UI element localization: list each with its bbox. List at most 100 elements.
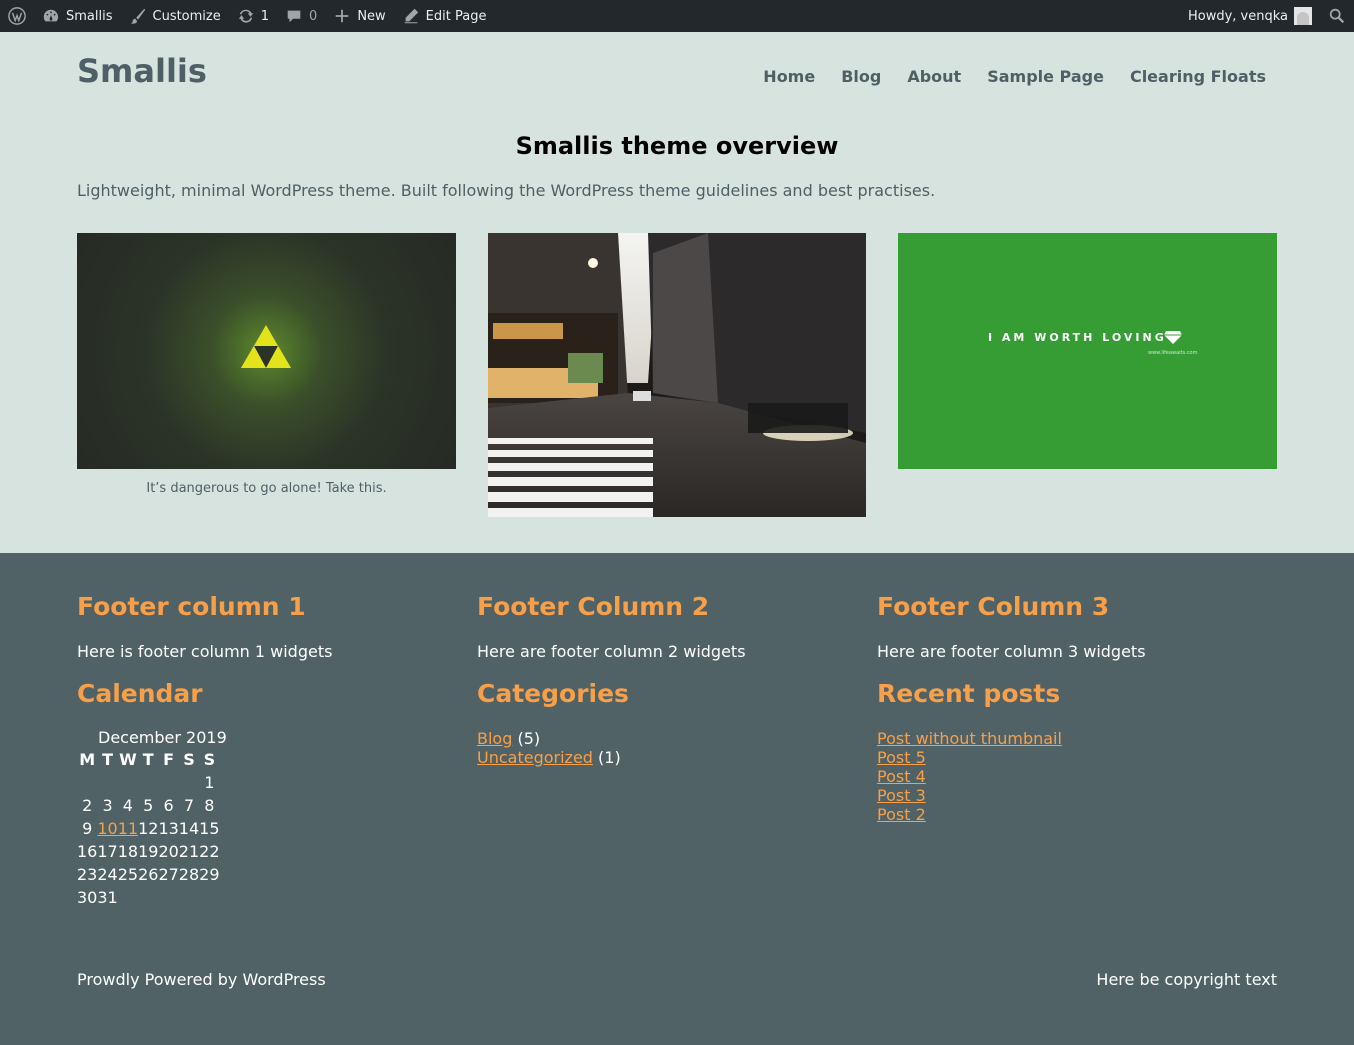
recent-posts-list: Post without thumbnail Post 5 Post 4 Pos… <box>877 729 1062 824</box>
calendar-weekday-header: S <box>203 750 216 769</box>
dashboard-icon <box>42 7 60 25</box>
gallery-caption: It’s dangerous to go alone! Take this. <box>146 481 387 496</box>
new-content-button[interactable]: New <box>325 0 393 32</box>
gallery-image-worth-loving[interactable]: I AM WORTH LOVING www.lifeawaits.com <box>898 233 1277 469</box>
nav-clearing-floats[interactable]: Clearing Floats <box>1130 67 1266 86</box>
calendar-day-link[interactable]: 11 <box>118 819 138 838</box>
recent-posts-title: Recent posts <box>877 679 1061 708</box>
wordpress-logo-button[interactable] <box>0 0 34 32</box>
gallery-image-triforce[interactable] <box>77 233 456 469</box>
list-item: Uncategorized (1) <box>477 748 621 767</box>
categories-title: Categories <box>477 679 629 708</box>
calendar-day: 8 <box>204 796 215 815</box>
customize-label: Customize <box>152 8 221 24</box>
calendar-day: 14 <box>178 819 200 838</box>
calendar-day <box>199 886 219 909</box>
calendar-day: 6 <box>163 796 174 815</box>
calendar-day: 24 <box>97 865 118 884</box>
powered-by-text: Prowdly Powered by WordPress <box>77 970 326 989</box>
plus-icon <box>333 7 351 25</box>
nav-blog[interactable]: Blog <box>841 67 881 86</box>
calendar-day: 4 <box>122 796 133 815</box>
site-name-button[interactable]: Smallis <box>34 0 121 32</box>
calendar-day: 12 <box>138 819 159 838</box>
copyright-text: Here be copyright text <box>1096 970 1277 989</box>
calendar-table: MTWTFSS 1 2 3 4 5 6 7 8 9 10 11 12 13 14 15 16 17 18 19 20 2… <box>77 748 220 909</box>
customize-button[interactable]: Customize <box>121 0 229 32</box>
categories-list: Blog (5) Uncategorized (1) <box>477 729 621 767</box>
category-link-uncategorized[interactable]: Uncategorized <box>477 748 593 767</box>
list-item: Post without thumbnail <box>877 729 1062 748</box>
calendar-day <box>118 771 138 794</box>
calendar-day: 31 <box>97 888 118 907</box>
category-count: (1) <box>598 748 621 767</box>
update-icon <box>237 7 255 25</box>
image-quote-text: I AM WORTH LOVING <box>988 331 1167 344</box>
category-count: (5) <box>517 729 541 748</box>
list-item: Post 4 <box>877 767 1062 786</box>
updates-count: 1 <box>260 8 270 24</box>
calendar-day[interactable]: 10 <box>97 817 117 840</box>
my-account-button[interactable]: Howdy, venqka <box>1180 0 1320 32</box>
image-watermark: www.lifeawaits.com <box>1148 350 1198 356</box>
list-item: Post 3 <box>877 786 1062 805</box>
calendar-title: Calendar <box>77 679 203 708</box>
calendar-day: 15 <box>199 819 220 838</box>
calendar-week-row: 30 31 <box>77 886 220 909</box>
footer-column-1-title: Footer column 1 <box>77 592 306 621</box>
comments-button[interactable]: 0 <box>277 0 325 32</box>
calendar-day <box>179 886 199 909</box>
calendar-day: 9 <box>82 819 93 838</box>
calendar-weekday-header: F <box>163 750 175 769</box>
calendar-day <box>118 886 138 909</box>
recent-post-link[interactable]: Post 5 <box>877 748 926 767</box>
calendar-day: 2 <box>82 796 93 815</box>
calendar-day: 7 <box>183 796 195 815</box>
calendar-weekday-header: W <box>119 750 137 769</box>
calendar-day: 13 <box>158 819 179 838</box>
calendar-day <box>138 886 158 909</box>
site-footer: Footer column 1 Here is footer column 1 … <box>0 553 1354 1045</box>
recent-post-link[interactable]: Post 4 <box>877 767 926 786</box>
search-button[interactable] <box>1320 0 1354 32</box>
recent-post-link[interactable]: Post 3 <box>877 786 926 805</box>
gallery-image-city-street[interactable] <box>488 233 866 517</box>
comment-icon <box>285 7 303 25</box>
calendar-day: 28 <box>178 865 200 884</box>
calendar-day[interactable]: 11 <box>118 817 138 840</box>
list-item: Post 2 <box>877 805 1062 824</box>
calendar-day: 30 <box>77 888 98 907</box>
calendar-day <box>138 771 158 794</box>
calendar-day-link[interactable]: 10 <box>97 819 117 838</box>
edit-page-label: Edit Page <box>425 8 487 24</box>
list-item: Post 5 <box>877 748 1062 767</box>
site-title[interactable]: Smallis <box>77 52 207 90</box>
calendar-week-row: 16 17 18 19 20 21 22 <box>77 840 220 863</box>
calendar-day: 26 <box>138 865 159 884</box>
calendar-day <box>77 771 97 794</box>
diamond-icon <box>1164 331 1182 344</box>
footer-column-2-title: Footer Column 2 <box>477 592 710 621</box>
calendar-day <box>158 771 178 794</box>
calendar-day: 27 <box>158 865 179 884</box>
edit-page-button[interactable]: Edit Page <box>394 0 495 32</box>
calendar-day <box>158 886 178 909</box>
nav-sample-page[interactable]: Sample Page <box>987 67 1104 86</box>
intro-paragraph: Lightweight, minimal WordPress theme. Bu… <box>77 181 936 200</box>
category-link-blog[interactable]: Blog <box>477 729 512 748</box>
admin-bar: Smallis Customize 1 0 New Edit Page Howd… <box>0 0 1354 32</box>
calendar-day <box>97 771 117 794</box>
calendar-caption: December 2019 <box>98 728 227 747</box>
recent-post-link[interactable]: Post 2 <box>877 805 926 824</box>
calendar-day: 21 <box>178 842 200 861</box>
nav-home[interactable]: Home <box>763 67 815 86</box>
footer-column-2-text: Here are footer column 2 widgets <box>477 642 746 661</box>
calendar-day: 19 <box>138 842 159 861</box>
calendar-day: 20 <box>158 842 179 861</box>
calendar-weekday-header: T <box>102 750 113 769</box>
calendar-day: 22 <box>199 842 220 861</box>
footer-column-3-title: Footer Column 3 <box>877 592 1110 621</box>
nav-about[interactable]: About <box>907 67 961 86</box>
updates-button[interactable]: 1 <box>229 0 277 32</box>
recent-post-link[interactable]: Post without thumbnail <box>877 729 1062 748</box>
